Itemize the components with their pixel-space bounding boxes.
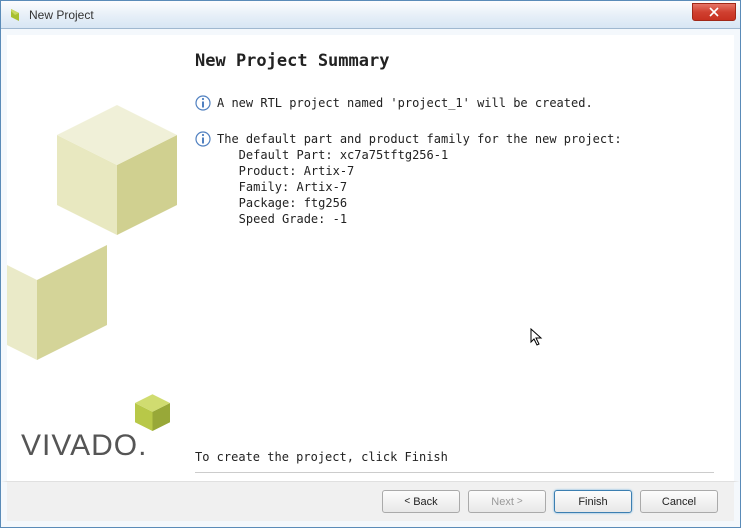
page-title: New Project Summary — [195, 51, 714, 71]
next-label: Next — [491, 496, 514, 508]
sidebar-graphic — [7, 35, 187, 475]
close-button[interactable] — [692, 3, 736, 21]
back-label: Back — [413, 496, 437, 508]
footer-hint: To create the project, click Finish — [195, 450, 714, 464]
titlebar-text: New Project — [29, 8, 94, 22]
finish-button[interactable]: Finish — [554, 490, 632, 513]
brand-text: VIVADO. — [21, 429, 147, 463]
button-bar: < Back Next > Finish Cancel — [1, 481, 740, 527]
info-row-1: A new RTL project named 'project_1' will… — [195, 95, 714, 111]
info-text-1: A new RTL project named 'project_1' will… — [217, 95, 593, 111]
cancel-button[interactable]: Cancel — [640, 490, 718, 513]
spacer — [195, 247, 714, 442]
finish-label: Finish — [578, 496, 607, 508]
back-button[interactable]: < Back — [382, 490, 460, 513]
main-panel: New Project Summary A new RTL project na… — [187, 35, 734, 481]
dialog-window: New Project — [0, 0, 741, 528]
info-icon — [195, 95, 211, 111]
app-icon — [7, 7, 23, 23]
chevron-right-icon: > — [517, 496, 523, 507]
content-area: VIVADO. New Project Summary A new RTL pr… — [1, 29, 740, 481]
close-icon — [709, 7, 719, 17]
sidebar: VIVADO. — [7, 35, 187, 481]
info-icon — [195, 131, 211, 147]
next-button: Next > — [468, 490, 546, 513]
chevron-left-icon: < — [404, 496, 410, 507]
titlebar: New Project — [1, 1, 740, 29]
cancel-label: Cancel — [662, 496, 696, 508]
divider — [195, 472, 714, 473]
info-row-2: The default part and product family for … — [195, 131, 714, 227]
info-text-2: The default part and product family for … — [217, 131, 622, 227]
